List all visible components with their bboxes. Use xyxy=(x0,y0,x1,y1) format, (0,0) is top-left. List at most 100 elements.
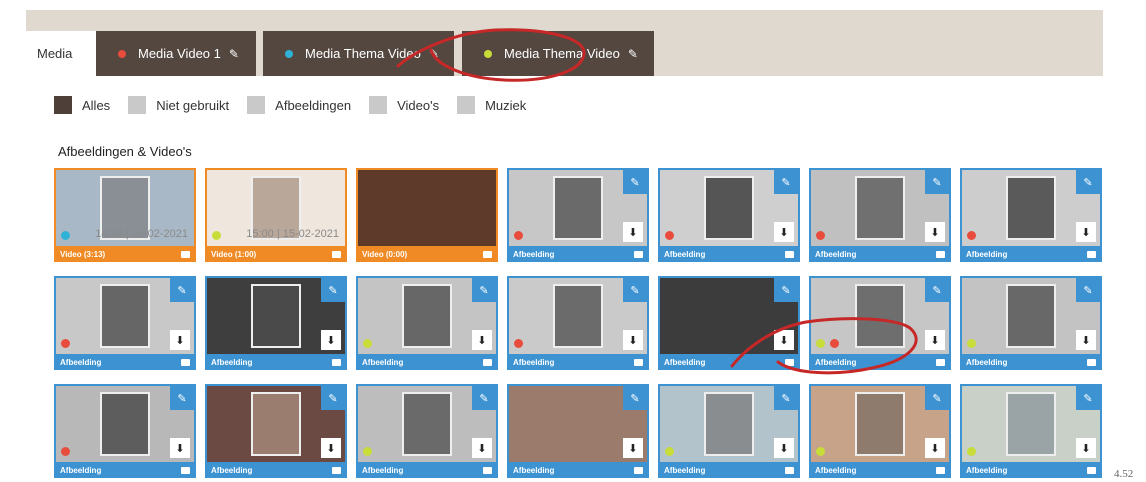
tag-dot-icon xyxy=(665,447,674,456)
pencil-icon[interactable]: ✎ xyxy=(429,47,439,61)
edit-pencil-icon[interactable]: ✎ xyxy=(321,386,345,410)
media-card[interactable]: Video (0:00) xyxy=(356,168,498,262)
download-icon[interactable]: ⬇ xyxy=(774,438,794,458)
media-card[interactable]: ✎ ⬇ Afbeelding xyxy=(54,384,196,478)
media-card[interactable]: ✎ ⬇ Afbeelding xyxy=(658,168,800,262)
edit-pencil-icon[interactable]: ✎ xyxy=(472,386,496,410)
download-icon[interactable]: ⬇ xyxy=(170,330,190,350)
filter-videos[interactable]: Video's xyxy=(369,96,439,114)
edit-pencil-icon[interactable]: ✎ xyxy=(472,278,496,302)
filter-checkbox[interactable] xyxy=(128,96,147,114)
media-card[interactable]: ✎ ⬇ Afbeelding xyxy=(960,276,1102,370)
edit-pencil-icon[interactable]: ✎ xyxy=(774,278,798,302)
cyan-dot-icon xyxy=(285,49,293,58)
edit-pencil-icon[interactable]: ✎ xyxy=(925,386,949,410)
filter-checkbox[interactable] xyxy=(54,96,72,114)
download-icon[interactable]: ⬇ xyxy=(472,438,492,458)
edit-pencil-icon[interactable]: ✎ xyxy=(321,278,345,302)
tab-media-thema-video-1[interactable]: Media Thema Video ✎ xyxy=(263,31,454,76)
media-card[interactable]: ✎ ⬇ Afbeelding xyxy=(809,168,951,262)
pencil-icon[interactable]: ✎ xyxy=(628,47,638,61)
filter-checkbox[interactable] xyxy=(247,96,266,114)
filter-niet-gebruikt[interactable]: Niet gebruikt xyxy=(128,96,229,114)
edit-pencil-icon[interactable]: ✎ xyxy=(1076,170,1100,194)
filter-alles[interactable]: Alles xyxy=(54,96,110,114)
download-icon[interactable]: ⬇ xyxy=(925,438,945,458)
card-label: Afbeelding xyxy=(513,249,555,259)
media-card[interactable]: ✎ ⬇ Afbeelding xyxy=(507,276,649,370)
filter-checkbox[interactable] xyxy=(457,96,476,114)
filter-afbeeldingen[interactable]: Afbeeldingen xyxy=(247,96,351,114)
download-icon[interactable]: ⬇ xyxy=(623,438,643,458)
photo-image xyxy=(402,284,452,348)
filter-checkbox[interactable] xyxy=(369,96,388,114)
yellow-dot-icon xyxy=(484,49,492,58)
edit-pencil-icon[interactable]: ✎ xyxy=(170,386,194,410)
tag-dot-icon xyxy=(816,447,825,456)
pencil-icon[interactable]: ✎ xyxy=(229,47,239,61)
download-icon[interactable]: ⬇ xyxy=(623,330,643,350)
download-icon[interactable]: ⬇ xyxy=(321,330,341,350)
card-footer: Afbeelding xyxy=(960,246,1102,262)
download-icon[interactable]: ⬇ xyxy=(321,438,341,458)
media-card[interactable]: ✎ ⬇ Afbeelding xyxy=(658,276,800,370)
download-icon[interactable]: ⬇ xyxy=(1076,330,1096,350)
photo-image xyxy=(855,392,905,456)
edit-pencil-icon[interactable]: ✎ xyxy=(623,170,647,194)
media-card[interactable]: ✎ ⬇ Afbeelding xyxy=(507,384,649,478)
tab-media-thema-video-2[interactable]: Media Thema Video ✎ xyxy=(462,31,654,76)
image-icon xyxy=(332,358,341,366)
card-footer: Afbeelding xyxy=(809,354,951,370)
image-icon xyxy=(1087,358,1096,366)
card-footer: Video (1:00) xyxy=(205,246,347,262)
edit-pencil-icon[interactable]: ✎ xyxy=(1076,386,1100,410)
card-label: Afbeelding xyxy=(815,357,857,367)
edit-pencil-icon[interactable]: ✎ xyxy=(623,278,647,302)
edit-pencil-icon[interactable]: ✎ xyxy=(623,386,647,410)
tag-dot-icon xyxy=(967,231,976,240)
download-icon[interactable]: ⬇ xyxy=(1076,222,1096,242)
download-icon[interactable]: ⬇ xyxy=(623,222,643,242)
image-icon xyxy=(181,358,190,366)
media-card[interactable]: ✎ ⬇ Afbeelding xyxy=(960,384,1102,478)
card-label: Afbeelding xyxy=(815,465,857,475)
media-thumbnail xyxy=(358,170,496,246)
card-footer: Afbeelding xyxy=(205,462,347,478)
download-icon[interactable]: ⬇ xyxy=(170,438,190,458)
media-card[interactable]: ✎ ⬇ Afbeelding xyxy=(658,384,800,478)
download-icon[interactable]: ⬇ xyxy=(774,222,794,242)
image-icon xyxy=(181,466,190,474)
media-panel: Media Media Video 1 ✎ Media Thema Video … xyxy=(26,10,1103,482)
media-card[interactable]: ✎ ⬇ Afbeelding xyxy=(356,276,498,370)
media-card[interactable]: ✎ ⬇ Afbeelding xyxy=(356,384,498,478)
media-card[interactable]: ✎ ⬇ Afbeelding xyxy=(809,384,951,478)
edit-pencil-icon[interactable]: ✎ xyxy=(925,278,949,302)
media-card[interactable]: 14:14 | 15-02-2021 Video (3:13) xyxy=(54,168,196,262)
download-icon[interactable]: ⬇ xyxy=(774,330,794,350)
download-icon[interactable]: ⬇ xyxy=(925,222,945,242)
media-card[interactable]: ✎ ⬇ Afbeelding xyxy=(960,168,1102,262)
edit-pencil-icon[interactable]: ✎ xyxy=(170,278,194,302)
card-footer: Afbeelding xyxy=(205,354,347,370)
edit-pencil-icon[interactable]: ✎ xyxy=(925,170,949,194)
media-card[interactable]: ✎ ⬇ Afbeelding xyxy=(54,276,196,370)
media-card[interactable]: ✎ ⬇ Afbeelding xyxy=(809,276,951,370)
tab-media-video-1[interactable]: Media Video 1 ✎ xyxy=(96,31,256,76)
edit-pencil-icon[interactable]: ✎ xyxy=(774,386,798,410)
download-icon[interactable]: ⬇ xyxy=(1076,438,1096,458)
tab-media[interactable]: Media xyxy=(26,31,96,76)
card-footer: Afbeelding xyxy=(507,246,649,262)
media-card[interactable]: 15:00 | 15-02-2021 Video (1:00) xyxy=(205,168,347,262)
download-icon[interactable]: ⬇ xyxy=(925,330,945,350)
download-icon[interactable]: ⬇ xyxy=(472,330,492,350)
filter-muziek[interactable]: Muziek xyxy=(457,96,526,114)
card-footer: Afbeelding xyxy=(658,462,800,478)
edit-pencil-icon[interactable]: ✎ xyxy=(774,170,798,194)
media-card[interactable]: ✎ ⬇ Afbeelding xyxy=(205,384,347,478)
media-card[interactable]: ✎ ⬇ Afbeelding xyxy=(507,168,649,262)
edit-pencil-icon[interactable]: ✎ xyxy=(1076,278,1100,302)
tag-dot-icon xyxy=(363,339,372,348)
media-card[interactable]: ✎ ⬇ Afbeelding xyxy=(205,276,347,370)
red-dot-icon xyxy=(118,49,126,58)
tab-bar: Media Media Video 1 ✎ Media Thema Video … xyxy=(26,10,1103,76)
